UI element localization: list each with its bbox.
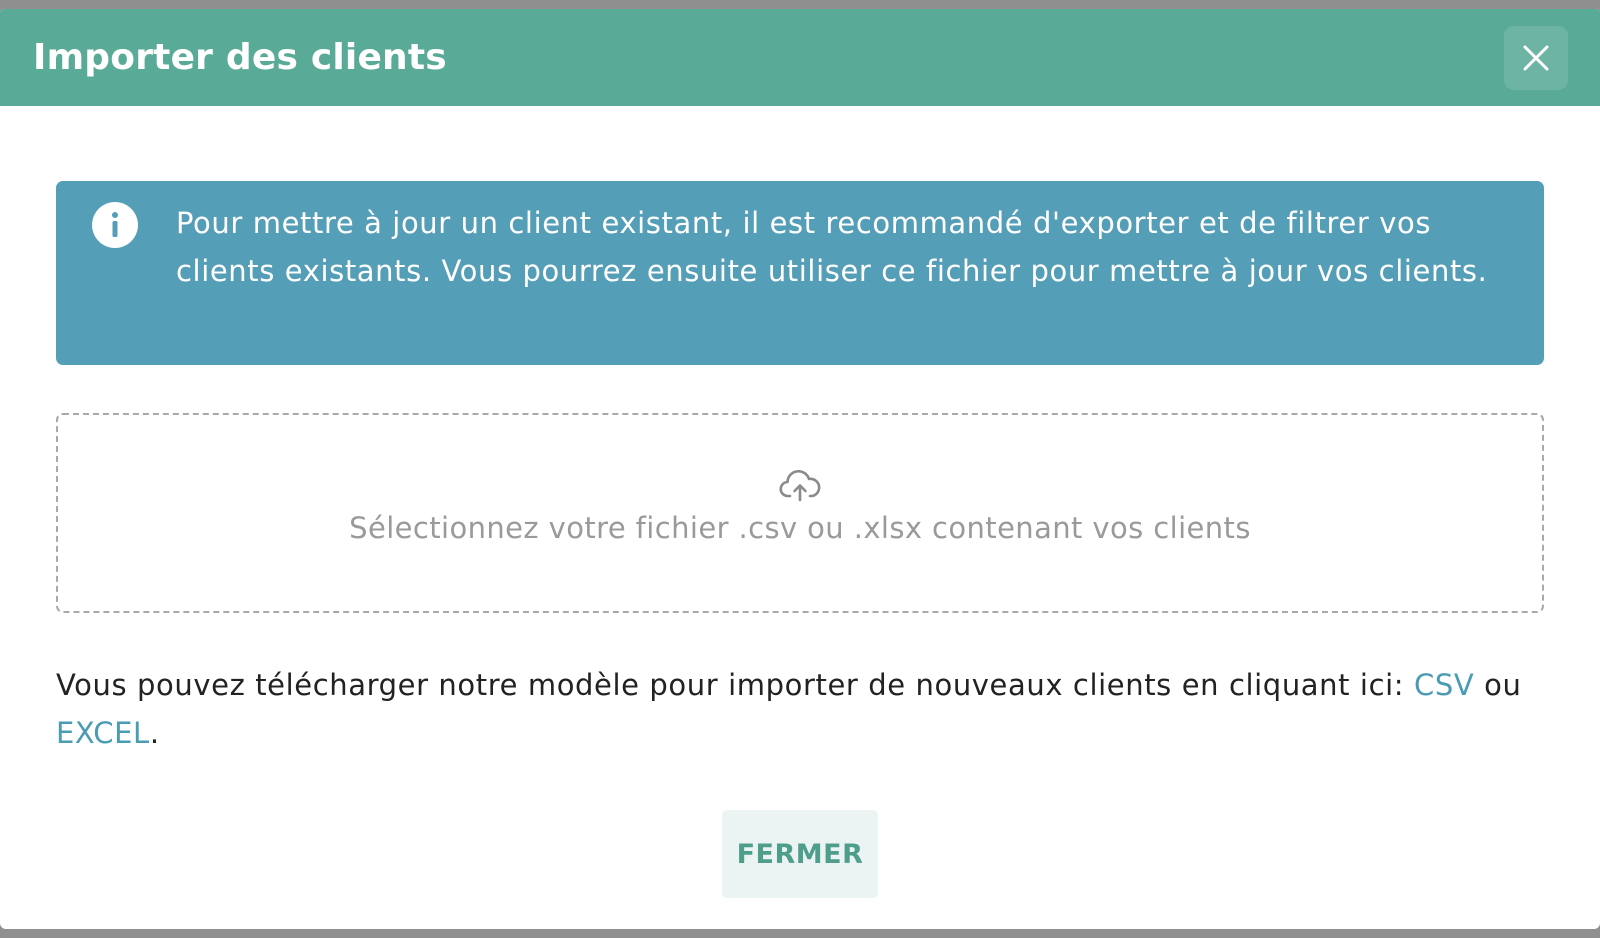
- info-alert: Pour mettre à jour un client existant, i…: [56, 181, 1544, 365]
- modal-title: Importer des clients: [33, 37, 447, 78]
- file-dropzone[interactable]: Sélectionnez votre fichier .csv ou .xlsx…: [56, 413, 1544, 613]
- dropzone-text: Sélectionnez votre fichier .csv ou .xlsx…: [349, 511, 1251, 545]
- modal-header: Importer des clients: [0, 9, 1600, 106]
- modal-footer: FERMER: [0, 810, 1600, 898]
- import-clients-modal: Importer des clients Pour mettre à jour …: [0, 9, 1600, 929]
- info-text: Pour mettre à jour un client existant, i…: [176, 206, 1488, 288]
- close-icon: [1523, 45, 1549, 70]
- close-button[interactable]: [1504, 25, 1568, 90]
- cloud-upload-icon: [779, 470, 821, 502]
- csv-template-link[interactable]: CSV: [1414, 668, 1474, 702]
- template-text-before: Vous pouvez télécharger notre modèle pou…: [56, 668, 1414, 702]
- template-separator: ou: [1474, 668, 1522, 702]
- excel-template-link[interactable]: EXCEL: [56, 716, 150, 750]
- template-download-text: Vous pouvez télécharger notre modèle pou…: [56, 661, 1544, 757]
- template-text-after: .: [149, 716, 160, 750]
- info-icon: [92, 202, 138, 248]
- fermer-button[interactable]: FERMER: [722, 810, 878, 898]
- modal-body: Pour mettre à jour un client existant, i…: [0, 181, 1600, 757]
